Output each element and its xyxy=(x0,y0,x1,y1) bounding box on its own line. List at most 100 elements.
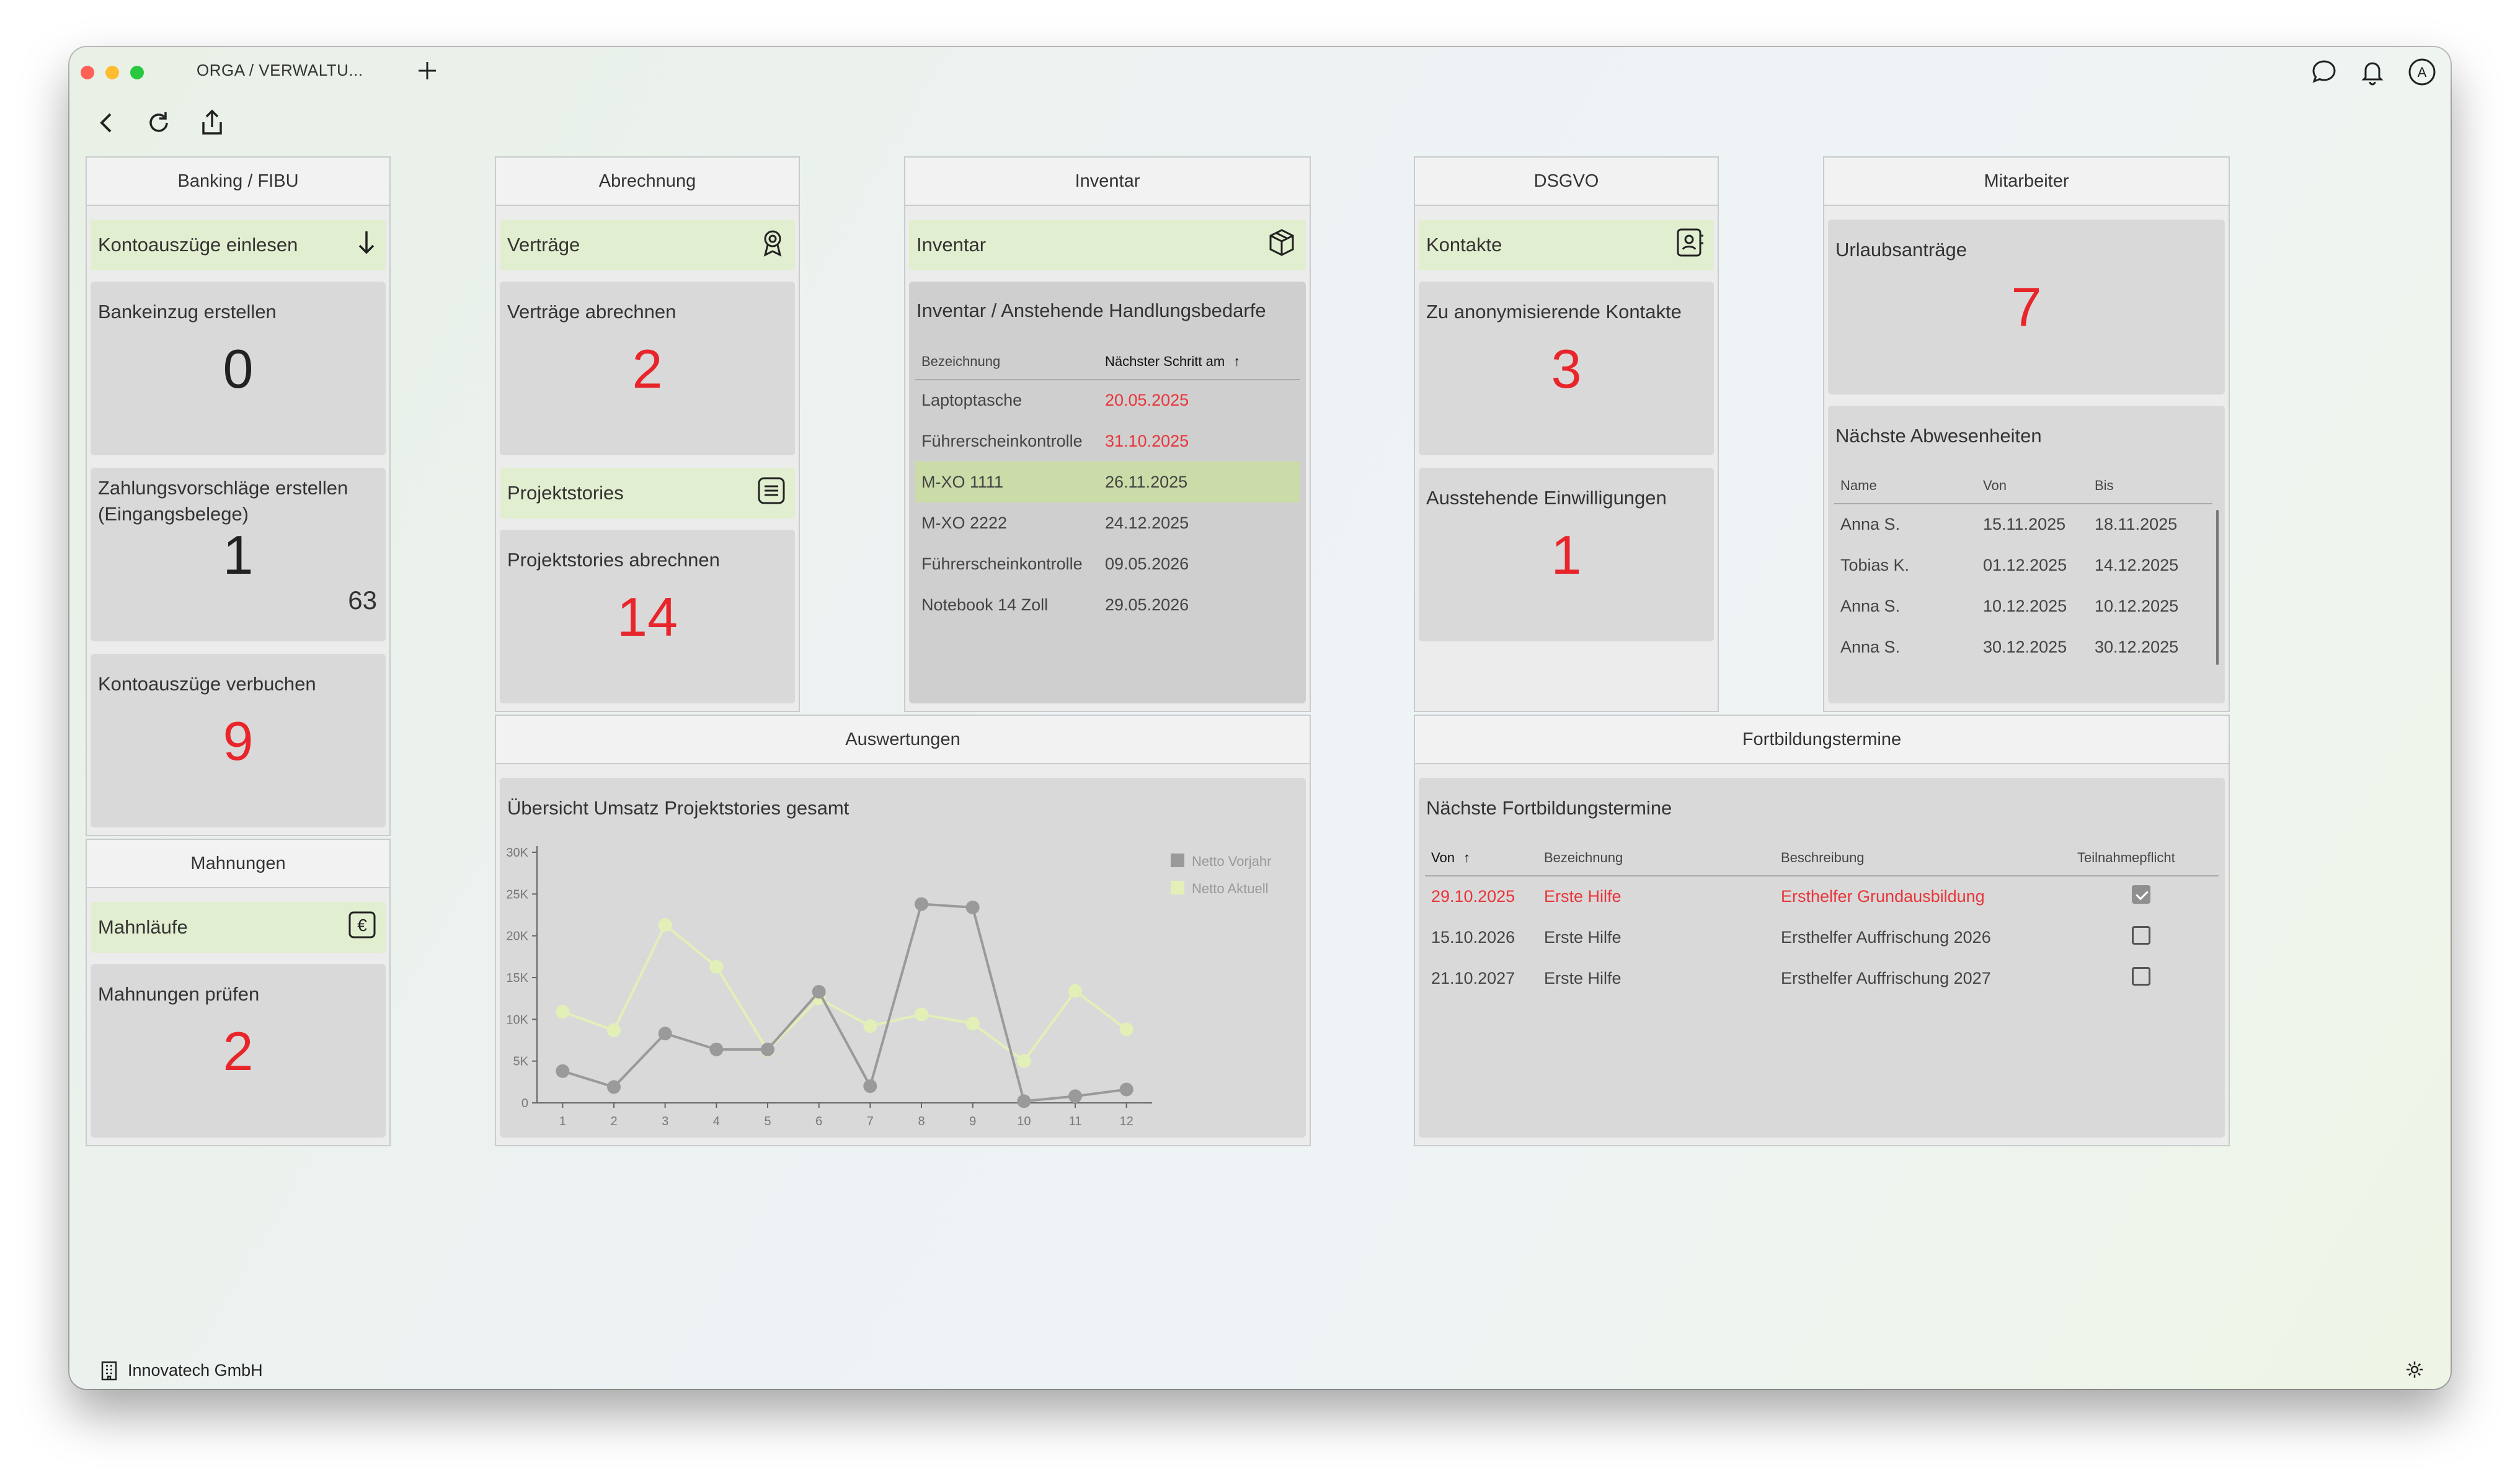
mitarbeiter-card: Mitarbeiter Urlaubsanträge 7 Nächste Abw… xyxy=(1823,156,2230,712)
cell-datum: 24.12.2025 xyxy=(1105,513,1189,532)
chat-icon[interactable] xyxy=(2308,56,2340,88)
tile-value: 0 xyxy=(223,338,254,399)
auswertungen-title: Auswertungen xyxy=(496,716,1310,764)
data-point xyxy=(812,984,826,999)
x-tick-label: 12 xyxy=(1120,1115,1134,1128)
column-header-bis[interactable]: Bis xyxy=(2095,468,2212,504)
table-row[interactable]: M-XO 1111 26.11.2025 xyxy=(915,461,1300,502)
table-row[interactable]: 21.10.2027 Erste Hilfe Ersthelfer Auffri… xyxy=(1425,958,2219,999)
fortbildung-table: Von ↑ Bezeichnung Beschreibung Teilnahme… xyxy=(1425,840,2219,999)
kontakte-button[interactable]: Kontakte xyxy=(1419,220,1714,270)
action-label: Kontoauszüge einlesen xyxy=(98,234,298,256)
action-label: Kontakte xyxy=(1426,234,1502,256)
table-row[interactable]: Anna S. 15.11.2025 18.11.2025 xyxy=(1834,504,2212,545)
share-icon[interactable] xyxy=(197,108,227,138)
teilnahmepflicht-checkbox[interactable] xyxy=(2132,966,2150,986)
cell-von: 29.10.2025 xyxy=(1431,887,1515,906)
table-row[interactable]: Laptoptasche 20.05.2025 xyxy=(915,380,1300,421)
data-point xyxy=(1017,1094,1031,1108)
table-row[interactable]: M-XO 2222 24.12.2025 xyxy=(915,502,1300,543)
data-point xyxy=(965,900,980,914)
back-icon[interactable] xyxy=(93,109,120,136)
data-point xyxy=(863,1019,877,1033)
bankeinzug-tile[interactable]: Bankeinzug erstellen 0 xyxy=(91,282,386,455)
tile-label: Mahnungen prüfen xyxy=(98,983,260,1005)
company-name[interactable]: Innovatech GmbH xyxy=(128,1361,263,1380)
table-row[interactable]: Notebook 14 Zoll 29.05.2026 xyxy=(915,584,1300,625)
abwesenheiten-panel: Nächste Abwesenheiten Name Von Bis Anna … xyxy=(1828,406,2225,703)
fortbildung-card: Fortbildungstermine Nächste Fortbildungs… xyxy=(1414,715,2230,1146)
table-row[interactable]: Tobias K. 01.12.2025 14.12.2025 xyxy=(1834,545,2212,586)
column-header-von[interactable]: Von ↑ xyxy=(1425,840,1544,876)
vertraege-abrechnen-tile[interactable]: Verträge abrechnen 2 xyxy=(500,282,795,455)
cell-von: 01.12.2025 xyxy=(1983,555,2067,574)
table-row[interactable]: Führerscheinkontrolle 31.10.2025 xyxy=(915,421,1300,461)
user-avatar-icon[interactable]: A xyxy=(2406,56,2438,88)
column-header-beschreibung[interactable]: Beschreibung xyxy=(1781,840,2077,876)
action-label: Projektstories xyxy=(507,482,624,504)
projektstories-button[interactable]: Projektstories xyxy=(500,468,795,519)
panel-title: Nächste Fortbildungstermine xyxy=(1426,797,1672,819)
tab-title[interactable]: ORGA / VERWALTU... xyxy=(197,61,363,80)
cell-bezeichnung: M-XO 1111 xyxy=(921,472,1004,491)
table-row[interactable]: 29.10.2025 Erste Hilfe Ersthelfer Grunda… xyxy=(1425,876,2219,917)
column-header-naechster-schritt[interactable]: Nächster Schritt am ↑ xyxy=(1105,344,1300,380)
table-row[interactable]: Anna S. 30.12.2025 30.12.2025 xyxy=(1834,626,2212,667)
teilnahmepflicht-checkbox[interactable] xyxy=(2132,925,2150,945)
projektstories-abrechnen-tile[interactable]: Projektstories abrechnen 14 xyxy=(500,530,795,703)
reload-icon[interactable] xyxy=(144,109,174,136)
new-tab-icon[interactable] xyxy=(414,57,441,84)
close-window-button[interactable] xyxy=(81,66,94,79)
teilnahmepflicht-checkbox[interactable] xyxy=(2132,885,2150,904)
kontoauszuege-verbuchen-tile[interactable]: Kontoauszüge verbuchen 9 xyxy=(91,654,386,827)
minimize-window-button[interactable] xyxy=(105,66,119,79)
y-tick-label: 20K xyxy=(506,930,528,943)
x-tick-label: 7 xyxy=(867,1115,874,1128)
abrechnung-title: Abrechnung xyxy=(496,158,799,206)
legend-swatch xyxy=(1171,854,1184,867)
tile-value: 14 xyxy=(617,586,678,648)
inventar-actions-panel: Inventar / Anstehende Handlungsbedarfe B… xyxy=(909,282,1306,703)
table-row[interactable]: 15.10.2026 Erste Hilfe Ersthelfer Auffri… xyxy=(1425,917,2219,958)
column-header-bezeichnung[interactable]: Bezeichnung xyxy=(1544,840,1781,876)
inventar-button[interactable]: Inventar xyxy=(909,220,1306,270)
urlaubsantraege-tile[interactable]: Urlaubsanträge 7 xyxy=(1828,220,2225,395)
cell-von: 15.11.2025 xyxy=(1983,515,2066,533)
kontoauszuege-einlesen-button[interactable]: Kontoauszüge einlesen xyxy=(91,220,386,270)
anonymisierende-kontakte-tile[interactable]: Zu anonymisierende Kontakte 3 xyxy=(1419,282,1714,455)
zahlungsvorschlaege-tile[interactable]: Zahlungsvorschläge erstellen (Eingangsbe… xyxy=(91,468,386,641)
data-point xyxy=(658,1027,672,1041)
column-header-bezeichnung[interactable]: Bezeichnung xyxy=(915,344,1105,380)
x-tick-label: 1 xyxy=(559,1115,566,1128)
data-point xyxy=(915,1007,928,1022)
cell-teilnahmepflicht xyxy=(2077,917,2219,958)
y-tick-label: 0 xyxy=(521,1097,528,1110)
tile-label: Kontoauszüge verbuchen xyxy=(98,673,316,695)
mahnungen-pruefen-tile[interactable]: Mahnungen prüfen 2 xyxy=(91,964,386,1138)
cell-beschreibung: Ersthelfer Grundausbildung xyxy=(1781,887,1985,906)
data-point xyxy=(556,1005,570,1019)
mitarbeiter-title: Mitarbeiter xyxy=(1824,158,2229,206)
cell-name: Tobias K. xyxy=(1840,555,1910,574)
cell-bis: 14.12.2025 xyxy=(2095,555,2179,574)
settings-gear-icon[interactable] xyxy=(2403,1358,2426,1381)
abwesenheiten-table: Name Von Bis Anna S. 15.11.2025 18.11.20… xyxy=(1834,468,2212,667)
column-header-name[interactable]: Name xyxy=(1834,468,1983,504)
table-row[interactable]: Anna S. 10.12.2025 10.12.2025 xyxy=(1834,586,2212,626)
table-row[interactable]: Führerscheinkontrolle 09.05.2026 xyxy=(915,543,1300,584)
maximize-window-button[interactable] xyxy=(130,66,144,79)
data-point xyxy=(1017,1054,1031,1068)
cell-name: Anna S. xyxy=(1840,637,1901,656)
tile-label: Bankeinzug erstellen xyxy=(98,301,277,323)
einwilligungen-tile[interactable]: Ausstehende Einwilligungen 1 xyxy=(1419,468,1714,641)
scrollbar[interactable] xyxy=(2216,510,2219,665)
mahnlaeufe-button[interactable]: Mahnläufe € xyxy=(91,902,386,953)
column-header-teilnahmepflicht[interactable]: Teilnahmepflicht xyxy=(2077,840,2219,876)
notification-bell-icon[interactable] xyxy=(2356,56,2389,88)
column-header-von[interactable]: Von xyxy=(1983,468,2095,504)
data-point xyxy=(658,918,672,932)
building-icon xyxy=(99,1360,119,1382)
vertraege-button[interactable]: Verträge xyxy=(500,220,795,270)
legend-swatch xyxy=(1171,881,1184,894)
auswertungen-card: Auswertungen Übersicht Umsatz Projektsto… xyxy=(495,715,1311,1146)
